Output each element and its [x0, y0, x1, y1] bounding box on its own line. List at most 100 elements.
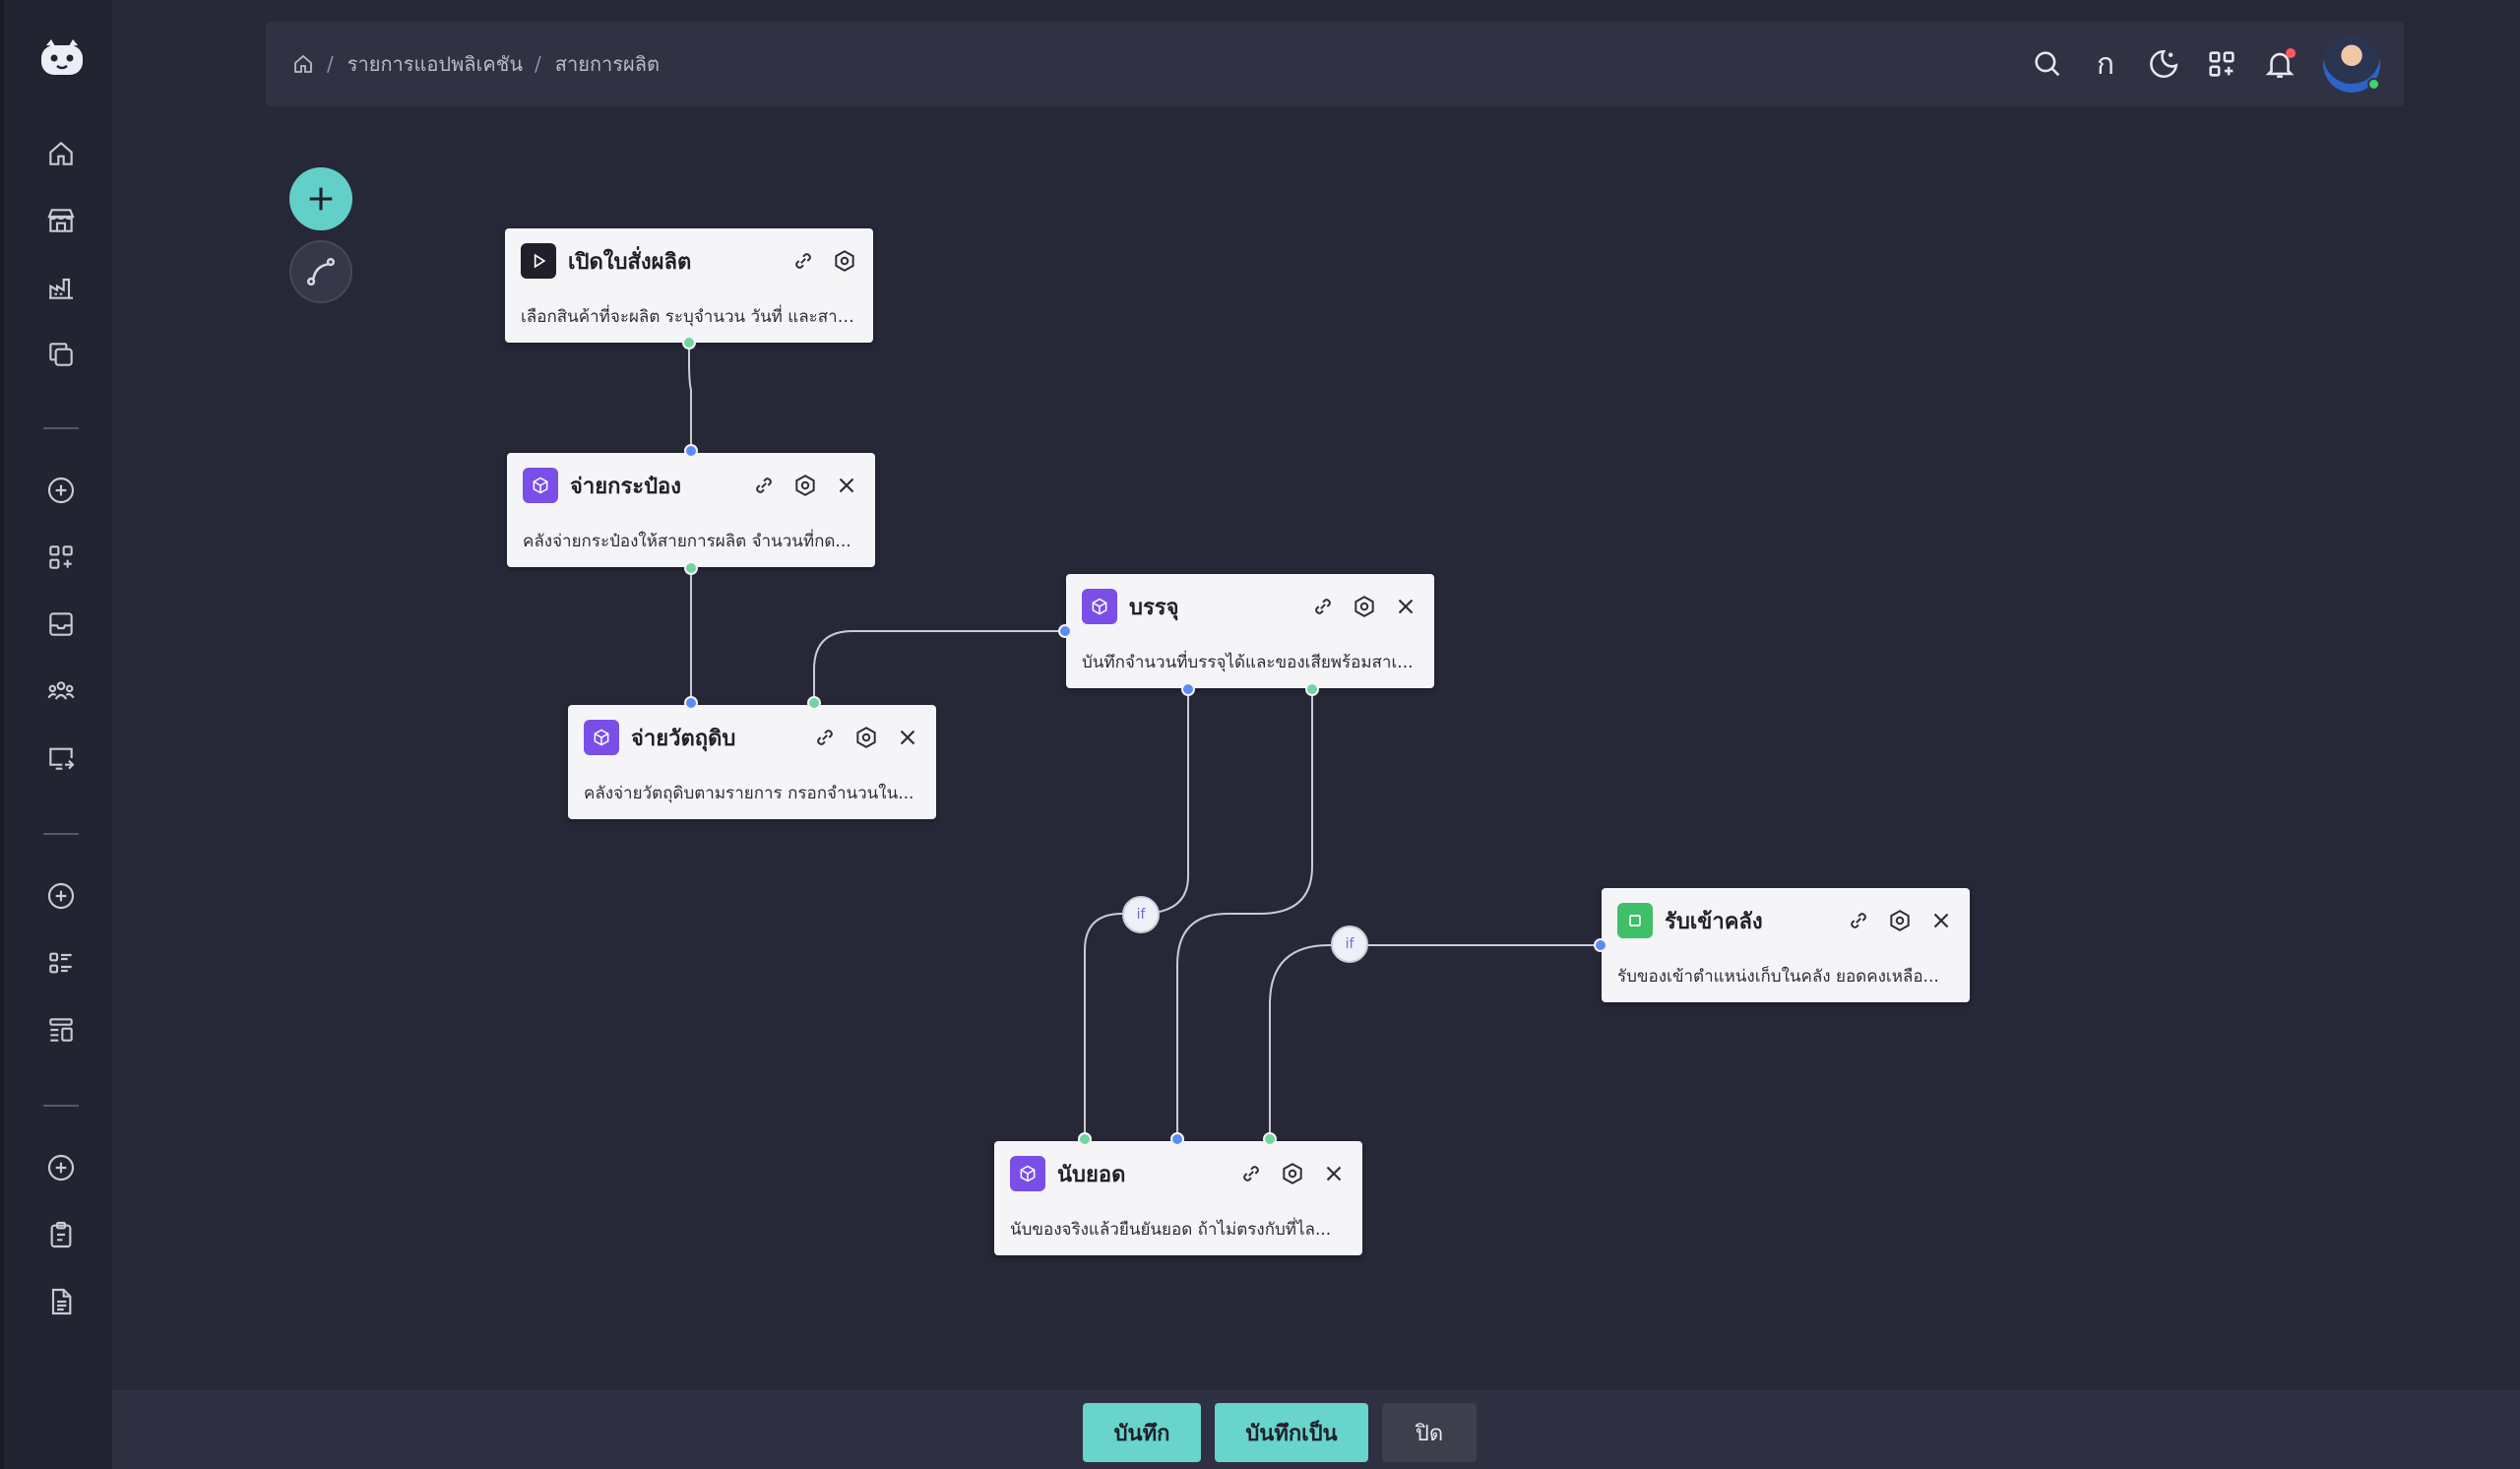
play-icon: [521, 243, 556, 279]
link-icon[interactable]: [1842, 904, 1875, 937]
layout-list-icon[interactable]: [43, 1012, 79, 1048]
node-description: คลังจ่ายวัตถุดิบตามรายการ กรอกจำนวนใน...: [584, 784, 914, 803]
copy-icon[interactable]: [43, 337, 79, 372]
sidebar-divider: [43, 427, 79, 429]
breadcrumb-separator: /: [535, 52, 541, 76]
sidebar-divider: [43, 1105, 79, 1107]
add-node-button[interactable]: [289, 167, 352, 230]
settings-icon[interactable]: [1883, 904, 1917, 937]
output-port[interactable]: [807, 696, 821, 710]
screen-share-icon[interactable]: [43, 740, 79, 776]
apps-add-icon[interactable]: [2202, 44, 2241, 84]
moon-icon[interactable]: [2144, 44, 2183, 84]
output-port[interactable]: [1263, 1132, 1277, 1146]
workflow-node-pack[interactable]: บรรจุ บันทึกจำนวนที่บรรจุได้และของเสียพร…: [1066, 574, 1434, 688]
edge-open-to-cans: [688, 343, 692, 451]
output-port[interactable]: [1305, 682, 1319, 696]
input-port[interactable]: [1058, 624, 1072, 638]
search-icon[interactable]: [2028, 44, 2067, 84]
settings-icon[interactable]: [1348, 590, 1381, 623]
node-description: นับของจริงแล้วยืนยันยอด ถ้าไม่ตรงกับที่ไ…: [1010, 1220, 1332, 1240]
plus-circle-icon[interactable]: [43, 473, 79, 508]
link-icon[interactable]: [808, 721, 842, 754]
inbox-icon[interactable]: [43, 607, 79, 642]
settings-icon[interactable]: [1276, 1157, 1309, 1190]
close-icon[interactable]: [891, 721, 924, 754]
node-description: รับของเข้าตำแหน่งเก็บในคลัง ยอดคงเหลือ..…: [1617, 967, 1939, 987]
workflow-node-issue-raw-materials[interactable]: จ่ายวัตถุดิบ คลังจ่ายวัตถุดิบตามรายการ ก…: [568, 705, 936, 819]
node-title: จ่ายกระป๋อง: [570, 474, 682, 499]
breadcrumb-item-app-list[interactable]: รายการแอปพลิเคชัน: [347, 48, 523, 80]
link-icon[interactable]: [747, 469, 781, 502]
thai-language-icon[interactable]: ก: [2086, 44, 2125, 84]
grid-add-icon[interactable]: [43, 540, 79, 575]
node-title: รับเข้าคลัง: [1665, 909, 1763, 934]
close-icon[interactable]: [1389, 590, 1422, 623]
close-button[interactable]: ปิด: [1382, 1403, 1477, 1462]
input-port[interactable]: [684, 444, 698, 458]
input-port[interactable]: [1170, 1132, 1184, 1146]
output-port[interactable]: [682, 336, 696, 350]
breadcrumb: / รายการแอปพลิเคชัน / สายการผลิต: [291, 22, 660, 106]
node-title: นับยอด: [1057, 1162, 1126, 1187]
link-icon[interactable]: [787, 244, 820, 278]
input-port[interactable]: [1181, 682, 1195, 696]
edge-pack-to-count-2: [1176, 689, 1313, 1139]
language-label: ก: [2096, 46, 2115, 82]
save-as-button[interactable]: บันทึกเป็น: [1215, 1403, 1368, 1462]
factory-icon[interactable]: [43, 270, 79, 305]
edge-raw-to-pack: [813, 630, 1065, 703]
header-actions: ก: [2009, 22, 2380, 106]
workflow-node-issue-cans[interactable]: จ่ายกระป๋อง คลังจ่ายกระป๋องให้สายการผลิต…: [507, 453, 875, 567]
input-port[interactable]: [684, 696, 698, 710]
user-avatar[interactable]: [2323, 35, 2380, 93]
cube-icon: [523, 468, 558, 503]
app-logo-icon[interactable]: [37, 35, 87, 79]
output-port[interactable]: [684, 561, 698, 575]
sidebar: [0, 0, 112, 1469]
edge-count-to-receive: [1269, 944, 1601, 1139]
save-button[interactable]: บันทึก: [1083, 1403, 1201, 1462]
breadcrumb-item-production-line: สายการผลิต: [554, 52, 660, 76]
link-icon[interactable]: [1306, 590, 1340, 623]
link-icon[interactable]: [1234, 1157, 1268, 1190]
breadcrumb-separator: /: [327, 52, 334, 76]
condition-node[interactable]: if: [1122, 896, 1160, 933]
cube-icon: [584, 720, 619, 755]
plus-circle-icon[interactable]: [43, 1150, 79, 1185]
node-title: จ่ายวัตถุดิบ: [631, 726, 736, 751]
input-port[interactable]: [1594, 938, 1607, 952]
condition-node[interactable]: if: [1331, 926, 1368, 963]
connector-tool-button[interactable]: [289, 240, 352, 303]
store-icon[interactable]: [43, 203, 79, 238]
document-icon[interactable]: [43, 1284, 79, 1319]
users-icon[interactable]: [43, 673, 79, 709]
cube-icon: [1010, 1156, 1045, 1191]
plus-circle-icon[interactable]: [43, 878, 79, 914]
workflow-node-open-order[interactable]: เปิดใบสั่งผลิต เลือกสินค้าที่จะผลิต ระบุ…: [505, 228, 873, 343]
close-icon[interactable]: [1317, 1157, 1351, 1190]
settings-icon[interactable]: [850, 721, 883, 754]
node-description: เลือกสินค้าที่จะผลิต ระบุจำนวน วันที่ แล…: [521, 307, 857, 327]
home-icon[interactable]: [43, 136, 79, 171]
node-description: คลังจ่ายกระป๋องให้สายการผลิต จำนวนที่กด.…: [523, 532, 851, 551]
online-status-dot: [2367, 78, 2380, 91]
settings-icon[interactable]: [788, 469, 822, 502]
node-description: บันทึกจำนวนที่บรรจุได้และของเสียพร้อมสาเ…: [1082, 653, 1414, 672]
square-icon: [1617, 903, 1653, 938]
breadcrumb-home-icon[interactable]: [291, 52, 315, 76]
node-title: บรรจุ: [1129, 595, 1179, 620]
node-title: เปิดใบสั่งผลิต: [568, 249, 692, 275]
notification-badge: [2286, 48, 2296, 58]
close-icon[interactable]: [1924, 904, 1958, 937]
settings-icon[interactable]: [828, 244, 861, 278]
clipboard-icon[interactable]: [43, 1217, 79, 1252]
top-header: / รายการแอปพลิเคชัน / สายการผลิต ก: [266, 22, 2404, 106]
bell-icon[interactable]: [2260, 44, 2300, 84]
close-icon[interactable]: [830, 469, 863, 502]
workflow-node-count[interactable]: นับยอด นับของจริงแล้วยืนยันยอด ถ้าไม่ตรง…: [994, 1141, 1362, 1255]
cube-icon: [1082, 589, 1117, 624]
list-icon[interactable]: [43, 945, 79, 981]
workflow-node-receive-warehouse[interactable]: รับเข้าคลัง รับของเข้าตำแหน่งเก็บในคลัง …: [1602, 888, 1970, 1002]
output-port[interactable]: [1078, 1132, 1092, 1146]
